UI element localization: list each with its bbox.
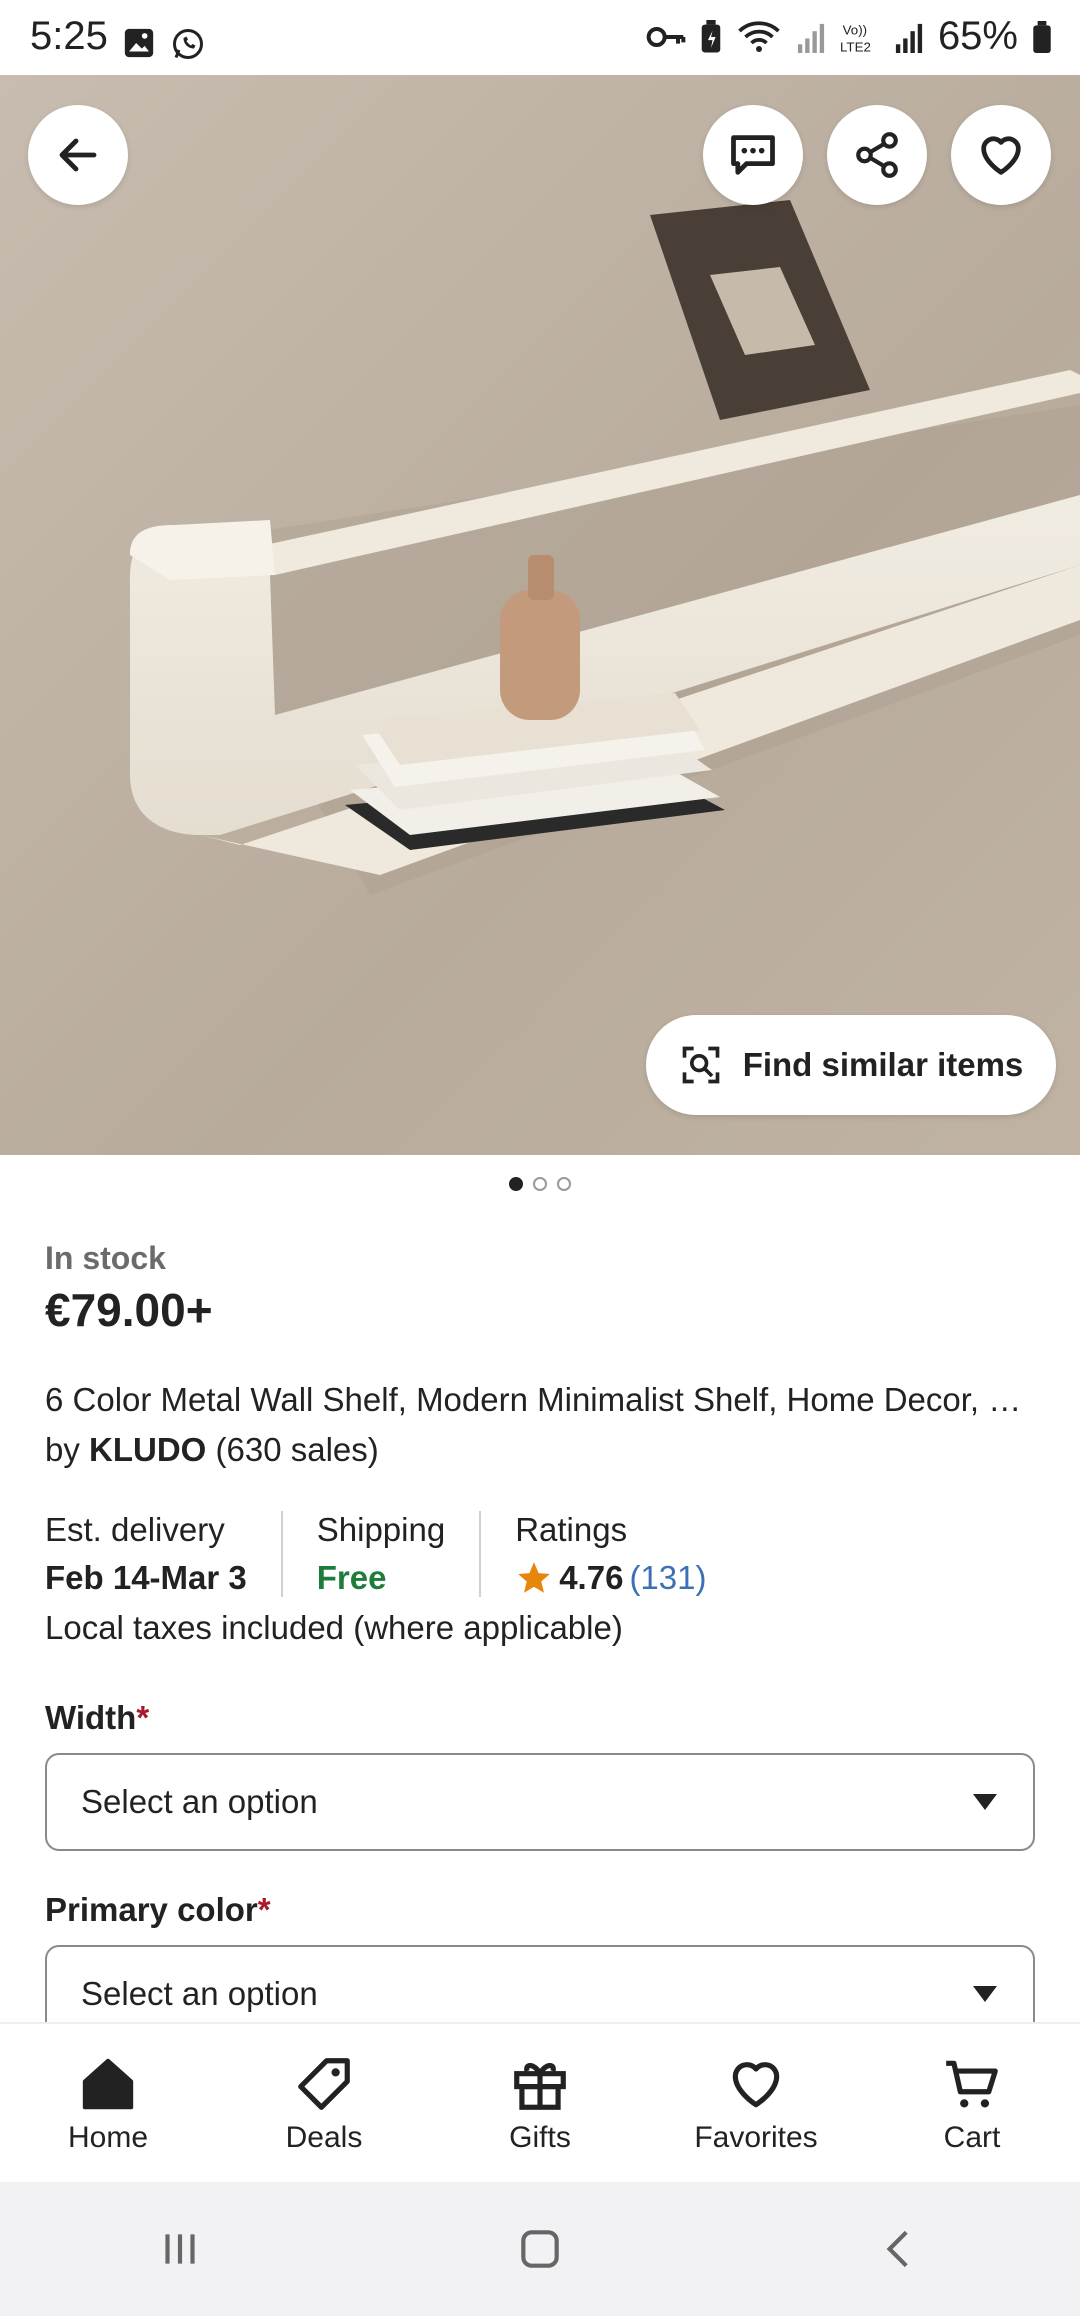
carousel-dot[interactable] — [509, 1177, 523, 1191]
signal-icon — [797, 23, 825, 53]
product-title[interactable]: 6 Color Metal Wall Shelf, Modern Minimal… — [45, 1381, 1035, 1419]
ratings-label: Ratings — [515, 1511, 628, 1548]
product-image-carousel[interactable]: Find similar items — [0, 75, 1080, 1155]
home-button-icon[interactable] — [515, 2224, 565, 2274]
primary-color-label: Primary color* — [45, 1891, 1035, 1929]
favorite-button[interactable] — [951, 105, 1051, 205]
shipping-info[interactable]: Shipping Free — [280, 1511, 479, 1597]
nav-gifts-label: Gifts — [509, 2121, 571, 2154]
back-button[interactable] — [28, 105, 128, 205]
status-time: 5:25 — [30, 14, 108, 58]
dropdown-arrow-icon — [973, 1794, 997, 1810]
nav-home[interactable]: Home — [8, 2053, 208, 2155]
delivery-info[interactable]: Est. delivery Feb 14-Mar 3 — [45, 1511, 281, 1597]
seller-line: by KLUDO (630 sales) — [45, 1431, 1035, 1469]
home-icon — [82, 2058, 134, 2110]
carousel-dot[interactable] — [533, 1177, 547, 1191]
back-icon — [59, 138, 97, 172]
carousel-dot[interactable] — [557, 1177, 571, 1191]
delivery-label: Est. delivery — [45, 1511, 225, 1548]
recent-apps-icon[interactable] — [155, 2224, 205, 2274]
by-prefix: by — [45, 1431, 80, 1468]
bottom-navigation: Home Deals Gifts Favorites Cart — [0, 2022, 1080, 2184]
battery-percent: 65% — [937, 14, 1018, 58]
carousel-indicator — [0, 1177, 1080, 1191]
nav-home-label: Home — [67, 2121, 149, 2154]
wifi-icon — [738, 20, 780, 52]
ratings-info[interactable]: Ratings 4.76 (131) — [479, 1511, 740, 1597]
share-button[interactable] — [827, 105, 927, 205]
svg-text:Vo)): Vo)) — [843, 22, 867, 37]
nav-deals[interactable]: Deals — [224, 2053, 424, 2155]
cart-icon — [946, 2060, 998, 2108]
nav-favorites-label: Favorites — [694, 2121, 818, 2154]
battery-saver-icon — [701, 19, 721, 52]
shipping-value: Free — [316, 1559, 387, 1596]
rating-count-link[interactable]: (131) — [629, 1559, 706, 1597]
width-select-value: Select an option — [81, 1783, 318, 1820]
gift-icon — [514, 2063, 566, 2110]
nav-gifts[interactable]: Gifts — [440, 2053, 640, 2155]
tag-icon — [298, 2058, 350, 2110]
visual-search-icon — [682, 1046, 720, 1084]
product-details: In stock €79.00+ 6 Color Metal Wall Shel… — [45, 1240, 1035, 2043]
nav-favorites[interactable]: Favorites — [656, 2053, 856, 2155]
signal-icon — [895, 23, 923, 53]
find-similar-label: Find similar items — [742, 1046, 1024, 1083]
message-icon — [731, 135, 775, 175]
required-marker: * — [257, 1891, 271, 1928]
battery-icon — [1033, 20, 1051, 53]
star-icon — [518, 1562, 551, 1593]
gallery-icon — [124, 28, 154, 58]
nav-deals-label: Deals — [285, 2121, 363, 2154]
dropdown-arrow-icon — [973, 1986, 997, 2002]
primary-color-select-value: Select an option — [81, 1975, 318, 2012]
nav-cart-label: Cart — [943, 2121, 1001, 2154]
sales-count: (630 sales) — [215, 1431, 379, 1468]
status-bar: 5:25 Vo)) LTE2 65% — [0, 0, 1080, 75]
svg-text:LTE2: LTE2 — [840, 39, 871, 54]
primary-color-label-text: Primary color — [45, 1891, 258, 1928]
tax-note: Local taxes included (where applicable) — [45, 1609, 623, 1646]
rating-value: 4.76 — [559, 1559, 624, 1596]
whatsapp-icon — [173, 29, 203, 59]
heart-icon — [732, 2062, 780, 2108]
share-icon — [856, 132, 898, 178]
volte-icon: Vo)) LTE2 — [840, 22, 871, 54]
nav-cart[interactable]: Cart — [872, 2053, 1072, 2155]
system-navigation-bar — [0, 2182, 1080, 2316]
required-marker: * — [136, 1699, 150, 1736]
price: €79.00+ — [45, 1284, 213, 1336]
heart-icon — [981, 136, 1021, 175]
width-label: Width* — [45, 1699, 1035, 1737]
shipping-label: Shipping — [316, 1511, 446, 1548]
message-seller-button[interactable] — [703, 105, 803, 205]
delivery-value: Feb 14-Mar 3 — [45, 1559, 247, 1596]
product-photo — [0, 75, 1080, 1155]
key-icon — [646, 26, 686, 47]
system-back-icon[interactable] — [875, 2224, 925, 2274]
delivery-info-row: Est. delivery Feb 14-Mar 3 Shipping Free… — [45, 1511, 1035, 1597]
shop-name-link[interactable]: KLUDO — [89, 1431, 206, 1468]
find-similar-button[interactable]: Find similar items — [646, 1015, 1056, 1115]
stock-status: In stock — [45, 1240, 166, 1276]
width-label-text: Width — [45, 1699, 137, 1736]
width-select[interactable]: Select an option — [45, 1753, 1035, 1851]
